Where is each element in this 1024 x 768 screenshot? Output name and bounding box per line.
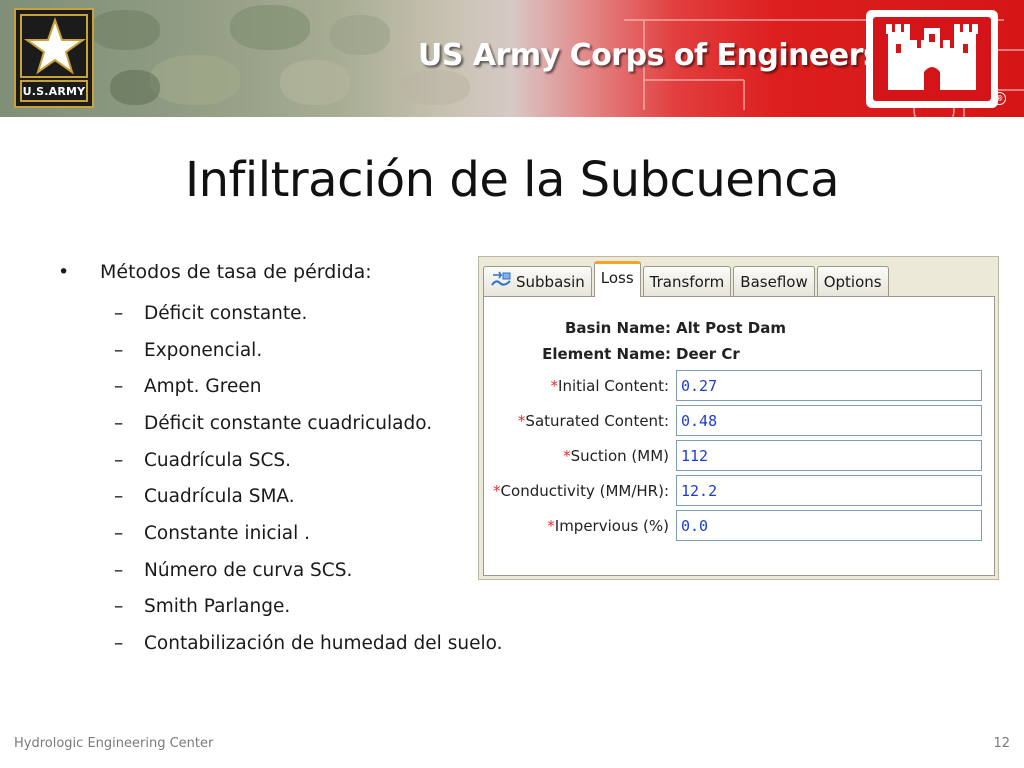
tab-subbasin[interactable]: Subbasin [483, 266, 592, 297]
list-item: – Exponencial. [58, 332, 502, 369]
army-logo-text: U.S.ARMY [20, 80, 88, 102]
dash: – [114, 449, 124, 471]
component-editor-panel: Subbasin Loss Transform Baseflow Options… [478, 256, 999, 580]
tab-baseflow[interactable]: Baseflow [733, 266, 815, 297]
basin-name-row: Basin Name: Alt Post Dam [484, 319, 786, 337]
dash: – [114, 412, 124, 434]
list-item-text: Cuadrícula SCS. [144, 449, 292, 471]
us-army-logo: U.S.ARMY [14, 8, 94, 108]
list-item-text: Smith Parlange. [144, 596, 291, 618]
impervious-row: *Impervious (%) 0.0 [484, 510, 982, 541]
tab-label: Loss [600, 269, 634, 287]
loss-tab-pane: Basin Name: Alt Post Dam Element Name: D… [483, 296, 995, 576]
tab-transform[interactable]: Transform [642, 266, 732, 297]
conductivity-label: *Conductivity (MM/HR): [484, 482, 676, 500]
corps-castle-logo [866, 10, 998, 108]
suction-input[interactable]: 112 [676, 440, 982, 471]
main-bullet: • Métodos de tasa de pérdida: [58, 258, 502, 286]
list-item: – Déficit constante. [58, 295, 502, 332]
conductivity-row: *Conductivity (MM/HR): 12.2 [484, 475, 982, 506]
list-item: – Cuadrícula SMA. [58, 478, 502, 515]
corps-title: US Army Corps of Engineers [418, 38, 881, 73]
dash: – [114, 339, 124, 361]
sub-bullet-list: – Déficit constante. – Exponencial. – Ampt.… [58, 295, 502, 662]
required-marker: * [493, 481, 501, 500]
slide-title: Infiltración de la Subcuenca [184, 152, 840, 208]
required-marker: * [550, 376, 559, 395]
dash: – [114, 376, 124, 398]
initial-content-label: *Initial Content: [484, 377, 676, 395]
list-item: – Número de curva SCS. [58, 552, 502, 589]
dash: – [114, 486, 124, 508]
element-name-value: Deer Cr [676, 345, 740, 363]
basin-name-value: Alt Post Dam [676, 319, 786, 337]
list-item: – Smith Parlange. [58, 589, 502, 626]
field-label-text: Initial Content: [558, 376, 669, 395]
initial-content-row: *Initial Content: 0.27 [484, 370, 982, 401]
field-label-text: Impervious (%) [554, 516, 669, 535]
suction-label: *Suction (MM) [484, 447, 676, 465]
list-item: – Ampt. Green [58, 368, 502, 405]
dash: – [114, 522, 124, 544]
list-item-text: Ampt. Green [144, 376, 262, 398]
list-item-text: Número de curva SCS. [144, 559, 353, 581]
tab-options[interactable]: Options [816, 266, 889, 297]
list-item-text: Contabilización de humedad del suelo. [144, 633, 503, 655]
element-name-label: Element Name: [542, 345, 671, 363]
editor-tabs: Subbasin Loss Transform Baseflow Options [483, 261, 891, 297]
list-item-text: Déficit constante cuadriculado. [144, 412, 433, 434]
list-item-text: Exponencial. [144, 339, 263, 361]
required-marker: * [547, 516, 555, 535]
dash: – [114, 633, 124, 655]
saturated-content-row: *Saturated Content: 0.48 [484, 405, 982, 436]
tab-label: Transform [649, 273, 725, 291]
field-label-text: Conductivity (MM/HR): [500, 481, 669, 500]
bullet-dot: • [58, 261, 70, 283]
tab-label: Baseflow [740, 273, 808, 291]
list-item-text: Constante inicial . [144, 522, 310, 544]
field-label-text: Suction (MM) [570, 446, 669, 465]
page-number: 12 [993, 736, 1010, 751]
subbasin-icon [490, 271, 512, 293]
main-bullet-text: Métodos de tasa de pérdida: [100, 261, 372, 283]
required-marker: * [563, 446, 571, 465]
impervious-label: *Impervious (%) [484, 517, 676, 535]
castle-icon [886, 24, 978, 90]
basin-name-label: Basin Name: [564, 319, 671, 337]
list-item: – Déficit constante cuadriculado. [58, 405, 502, 442]
field-label-text: Saturated Content: [525, 411, 669, 430]
list-item-text: Cuadrícula SMA. [144, 486, 295, 508]
registered-mark: ® [993, 92, 1006, 105]
conductivity-input[interactable]: 12.2 [676, 475, 982, 506]
list-item-text: Déficit constante. [144, 302, 308, 324]
dash: – [114, 559, 124, 581]
tab-label: Subbasin [516, 273, 585, 291]
list-item: – Contabilización de humedad del suelo. [58, 625, 502, 662]
saturated-content-label: *Saturated Content: [484, 412, 676, 430]
footer-organization: Hydrologic Engineering Center [14, 736, 214, 751]
impervious-input[interactable]: 0.0 [676, 510, 982, 541]
star-icon [23, 16, 87, 75]
initial-content-input[interactable]: 0.27 [676, 370, 982, 401]
tab-label: Options [823, 273, 882, 291]
list-item: – Cuadrícula SCS. [58, 442, 502, 479]
bullet-list: • Métodos de tasa de pérdida: – Déficit c… [58, 258, 502, 662]
dash: – [114, 596, 124, 618]
tab-loss[interactable]: Loss [593, 261, 641, 297]
element-name-row: Element Name: Deer Cr [484, 345, 740, 363]
suction-row: *Suction (MM) 112 [484, 440, 982, 471]
list-item: – Constante inicial . [58, 515, 502, 552]
saturated-content-input[interactable]: 0.48 [676, 405, 982, 436]
dash: – [114, 302, 124, 324]
